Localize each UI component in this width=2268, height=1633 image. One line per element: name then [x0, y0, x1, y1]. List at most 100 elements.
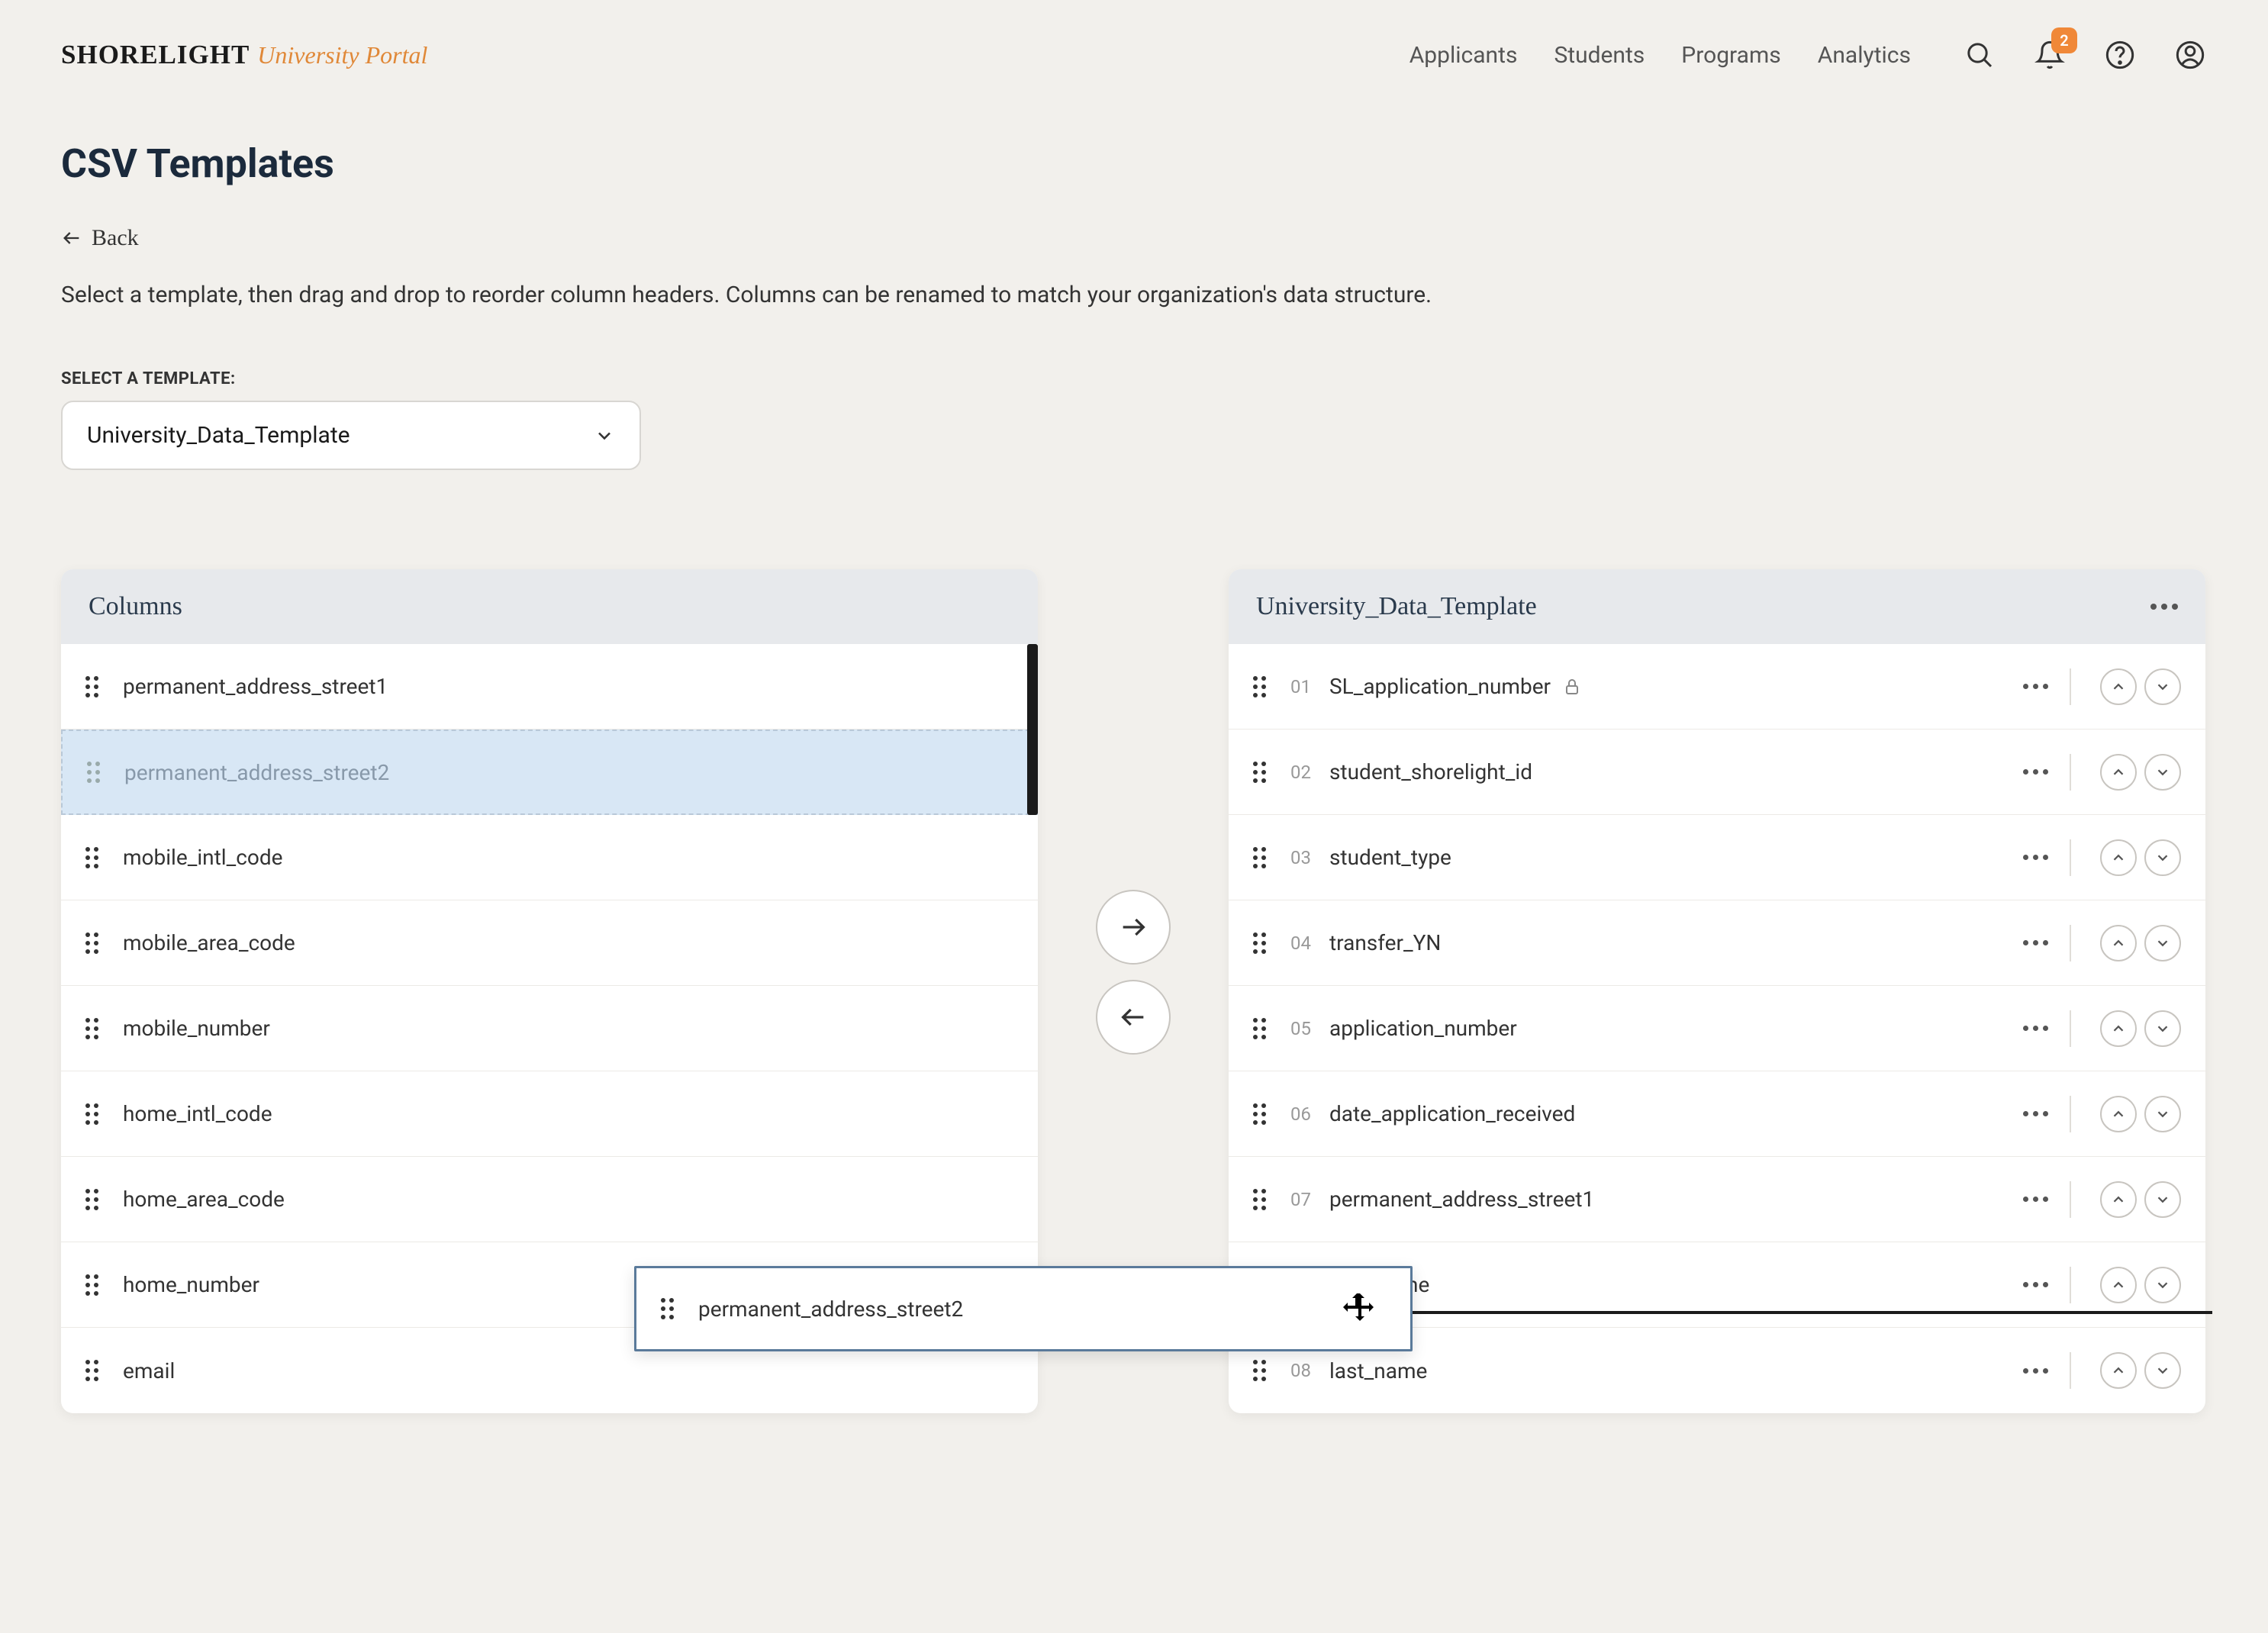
drag-handle-icon[interactable]	[1253, 1360, 1266, 1381]
move-up-button[interactable]	[2100, 839, 2137, 876]
drag-handle-icon[interactable]	[1253, 932, 1266, 954]
logo-sub: University Portal	[257, 41, 427, 69]
row-menu-button[interactable]	[2023, 1111, 2048, 1116]
nav: Applicants Students Programs Analytics 2	[1409, 38, 2207, 72]
divider	[2070, 839, 2071, 876]
template-row[interactable]: 07permanent_address_street1	[1229, 1157, 2205, 1242]
move-down-button[interactable]	[2144, 754, 2181, 791]
row-menu-button[interactable]	[2023, 684, 2048, 689]
drag-handle-icon[interactable]	[85, 847, 98, 868]
nav-students[interactable]: Students	[1554, 42, 1645, 69]
row-actions	[2023, 1352, 2181, 1389]
move-down-button[interactable]	[2144, 1010, 2181, 1047]
column-row[interactable]: mobile_area_code	[61, 900, 1038, 986]
move-up-button[interactable]	[2100, 1267, 2137, 1303]
drag-handle-icon[interactable]	[85, 1189, 98, 1210]
nav-analytics[interactable]: Analytics	[1818, 42, 1911, 69]
template-row[interactable]: 04transfer_YN	[1229, 900, 2205, 986]
drag-handle-icon[interactable]	[85, 932, 98, 954]
row-label: permanent_address_street1	[1329, 1187, 2023, 1212]
column-row[interactable]: home_intl_code	[61, 1071, 1038, 1157]
drag-handle-icon[interactable]	[1253, 762, 1266, 783]
back-button[interactable]: Back	[61, 225, 139, 251]
drag-handle-icon[interactable]	[87, 762, 100, 783]
template-select-value: University_Data_Template	[87, 422, 350, 449]
row-menu-button[interactable]	[2023, 1282, 2048, 1287]
template-row[interactable]: 03student_type	[1229, 815, 2205, 900]
page-content: CSV Templates Back Select a template, th…	[0, 110, 2268, 1444]
nav-applicants[interactable]: Applicants	[1409, 42, 1518, 69]
drag-handle-icon[interactable]	[85, 1103, 98, 1125]
header: SHORELIGHT University Portal Applicants …	[0, 0, 2268, 110]
drag-handle-icon[interactable]	[1253, 676, 1266, 697]
row-menu-button[interactable]	[2023, 940, 2048, 945]
row-actions	[2023, 1010, 2181, 1047]
template-row[interactable]: 01SL_application_number	[1229, 644, 2205, 730]
drag-handle-icon[interactable]	[85, 1360, 98, 1381]
drag-handle-icon[interactable]	[1253, 1189, 1266, 1210]
move-down-button[interactable]	[2144, 668, 2181, 705]
move-down-button[interactable]	[2144, 1096, 2181, 1132]
move-up-button[interactable]	[2100, 1352, 2137, 1389]
notifications-icon[interactable]: 2	[2033, 38, 2067, 72]
drag-handle-icon[interactable]	[1253, 1103, 1266, 1125]
row-label: first_name	[1329, 1272, 2023, 1297]
row-label: SL_application_number	[1329, 674, 2023, 699]
profile-icon[interactable]	[2173, 38, 2207, 72]
column-label: mobile_area_code	[123, 930, 295, 955]
row-menu-button[interactable]	[2023, 1026, 2048, 1031]
template-row[interactable]: 06date_application_received	[1229, 1071, 2205, 1157]
move-left-button[interactable]	[1096, 980, 1171, 1055]
move-up-button[interactable]	[2100, 925, 2137, 961]
template-row[interactable]: 05application_number	[1229, 986, 2205, 1071]
row-menu-button[interactable]	[2023, 769, 2048, 775]
column-row[interactable]: permanent_address_street1	[61, 644, 1038, 730]
row-menu-button[interactable]	[2023, 855, 2048, 860]
template-select[interactable]: University_Data_Template	[61, 401, 641, 470]
move-up-button[interactable]	[2100, 668, 2137, 705]
drag-handle-icon[interactable]	[85, 1274, 98, 1296]
divider	[2070, 668, 2071, 705]
drag-handle-icon[interactable]	[1253, 1018, 1266, 1039]
column-label: mobile_number	[123, 1016, 270, 1041]
drag-handle-icon[interactable]	[85, 1018, 98, 1039]
divider	[2070, 754, 2071, 791]
move-down-button[interactable]	[2144, 1181, 2181, 1218]
drag-handle-icon[interactable]	[1253, 847, 1266, 868]
row-actions	[2023, 1181, 2181, 1218]
column-row[interactable]: mobile_number	[61, 986, 1038, 1071]
move-down-button[interactable]	[2144, 1267, 2181, 1303]
search-icon[interactable]	[1963, 38, 1996, 72]
row-number: 04	[1290, 932, 1311, 954]
template-panel-menu[interactable]	[2150, 604, 2178, 610]
move-up-button[interactable]	[2100, 754, 2137, 791]
help-icon[interactable]	[2103, 38, 2137, 72]
column-row[interactable]: permanent_address_street2	[61, 730, 1038, 815]
lock-icon	[1563, 678, 1581, 696]
nav-icons: 2	[1963, 38, 2207, 72]
move-up-button[interactable]	[2100, 1181, 2137, 1218]
row-menu-button[interactable]	[2023, 1197, 2048, 1202]
row-menu-button[interactable]	[2023, 1368, 2048, 1374]
template-panel-title: University_Data_Template	[1256, 592, 1537, 621]
move-down-button[interactable]	[2144, 925, 2181, 961]
back-label: Back	[92, 225, 139, 251]
template-row[interactable]: 02student_shorelight_id	[1229, 730, 2205, 815]
scrollbar[interactable]	[1027, 644, 1038, 815]
drag-handle-icon[interactable]	[85, 676, 98, 697]
column-row[interactable]: home_area_code	[61, 1157, 1038, 1242]
move-down-button[interactable]	[2144, 839, 2181, 876]
dragging-item[interactable]: permanent_address_street2	[634, 1266, 1413, 1351]
nav-programs[interactable]: Programs	[1681, 42, 1780, 69]
column-label: permanent_address_street1	[123, 674, 388, 699]
page-title: CSV Templates	[61, 140, 2207, 187]
divider	[2070, 1181, 2071, 1218]
row-label: date_application_received	[1329, 1101, 2023, 1126]
move-down-button[interactable]	[2144, 1352, 2181, 1389]
move-right-button[interactable]	[1096, 890, 1171, 965]
row-label: application_number	[1329, 1016, 2023, 1041]
move-up-button[interactable]	[2100, 1010, 2137, 1047]
drag-handle-icon	[661, 1298, 674, 1319]
column-row[interactable]: mobile_intl_code	[61, 815, 1038, 900]
move-up-button[interactable]	[2100, 1096, 2137, 1132]
